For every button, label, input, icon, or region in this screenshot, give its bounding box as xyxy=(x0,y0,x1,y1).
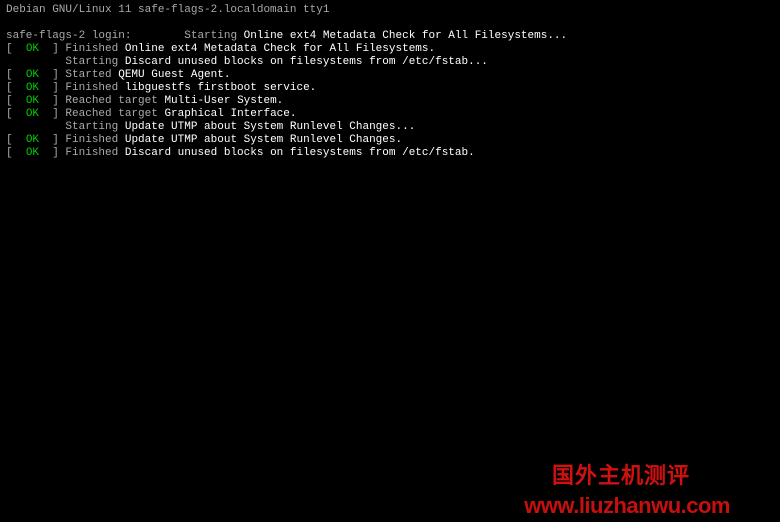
action-label: Reached target xyxy=(65,108,164,120)
bracket-close: ] xyxy=(39,108,65,120)
boot-message: Graphical Interface. xyxy=(164,108,296,120)
status-ok: OK xyxy=(26,134,39,146)
bracket-open: [ xyxy=(6,108,26,120)
action-label: Reached target xyxy=(65,95,164,107)
boot-log-container: safe-flags-2 login: Starting Online ext4… xyxy=(6,30,774,160)
watermark-url: www.liuzhanwu.com xyxy=(524,499,730,512)
bracket-close: ] xyxy=(39,82,65,94)
indent xyxy=(6,56,65,68)
bracket-open: [ xyxy=(6,147,26,159)
boot-message: Update UTMP about System Runlevel Change… xyxy=(125,134,402,146)
bracket-open: [ xyxy=(6,69,26,81)
status-ok: OK xyxy=(26,43,39,55)
bracket-open: [ xyxy=(6,134,26,146)
bracket-open: [ xyxy=(6,82,26,94)
action-label: Finished xyxy=(65,43,124,55)
bracket-close: ] xyxy=(39,69,65,81)
status-ok: OK xyxy=(26,108,39,120)
boot-message: QEMU Guest Agent. xyxy=(118,69,230,81)
action-label: Started xyxy=(65,69,118,81)
boot-line: [ OK ] Finished Update UTMP about System… xyxy=(6,134,774,147)
boot-line: [ OK ] Started QEMU Guest Agent. xyxy=(6,69,774,82)
login-prompt[interactable]: safe-flags-2 login: xyxy=(6,30,138,42)
action-label: Finished xyxy=(65,134,124,146)
system-header: Debian GNU/Linux 11 safe-flags-2.localdo… xyxy=(6,4,774,17)
boot-line: safe-flags-2 login: Starting Online ext4… xyxy=(6,30,774,43)
boot-line: [ OK ] Finished libguestfs firstboot ser… xyxy=(6,82,774,95)
boot-message: libguestfs firstboot service. xyxy=(125,82,316,94)
bracket-open: [ xyxy=(6,95,26,107)
status-ok: OK xyxy=(26,95,39,107)
bracket-close: ] xyxy=(39,147,65,159)
boot-message: Online ext4 Metadata Check for All Files… xyxy=(125,43,435,55)
status-ok: OK xyxy=(26,147,39,159)
indent xyxy=(6,121,65,133)
boot-line: Starting Update UTMP about System Runlev… xyxy=(6,121,774,134)
boot-line: [ OK ] Reached target Graphical Interfac… xyxy=(6,108,774,121)
boot-message: Update UTMP about System Runlevel Change… xyxy=(125,121,415,133)
status-ok: OK xyxy=(26,69,39,81)
bracket-open: [ xyxy=(6,43,26,55)
bracket-close: ] xyxy=(39,134,65,146)
status-ok: OK xyxy=(26,82,39,94)
boot-message: Online ext4 Metadata Check for All Files… xyxy=(244,30,567,42)
boot-message: Discard unused blocks on filesystems fro… xyxy=(125,56,488,68)
bracket-close: ] xyxy=(39,95,65,107)
action-label: Starting xyxy=(184,30,243,42)
action-label: Starting xyxy=(65,56,124,68)
action-label: Finished xyxy=(65,82,124,94)
boot-line: Starting Discard unused blocks on filesy… xyxy=(6,56,774,69)
bracket-close: ] xyxy=(39,43,65,55)
boot-line: [ OK ] Finished Online ext4 Metadata Che… xyxy=(6,43,774,56)
boot-message: Multi-User System. xyxy=(164,95,283,107)
boot-message: Discard unused blocks on filesystems fro… xyxy=(125,147,475,159)
watermark-chinese: 国外主机测评 xyxy=(552,469,690,482)
boot-line: [ OK ] Reached target Multi-User System. xyxy=(6,95,774,108)
boot-line: [ OK ] Finished Discard unused blocks on… xyxy=(6,147,774,160)
action-label: Finished xyxy=(65,147,124,159)
action-label: Starting xyxy=(65,121,124,133)
